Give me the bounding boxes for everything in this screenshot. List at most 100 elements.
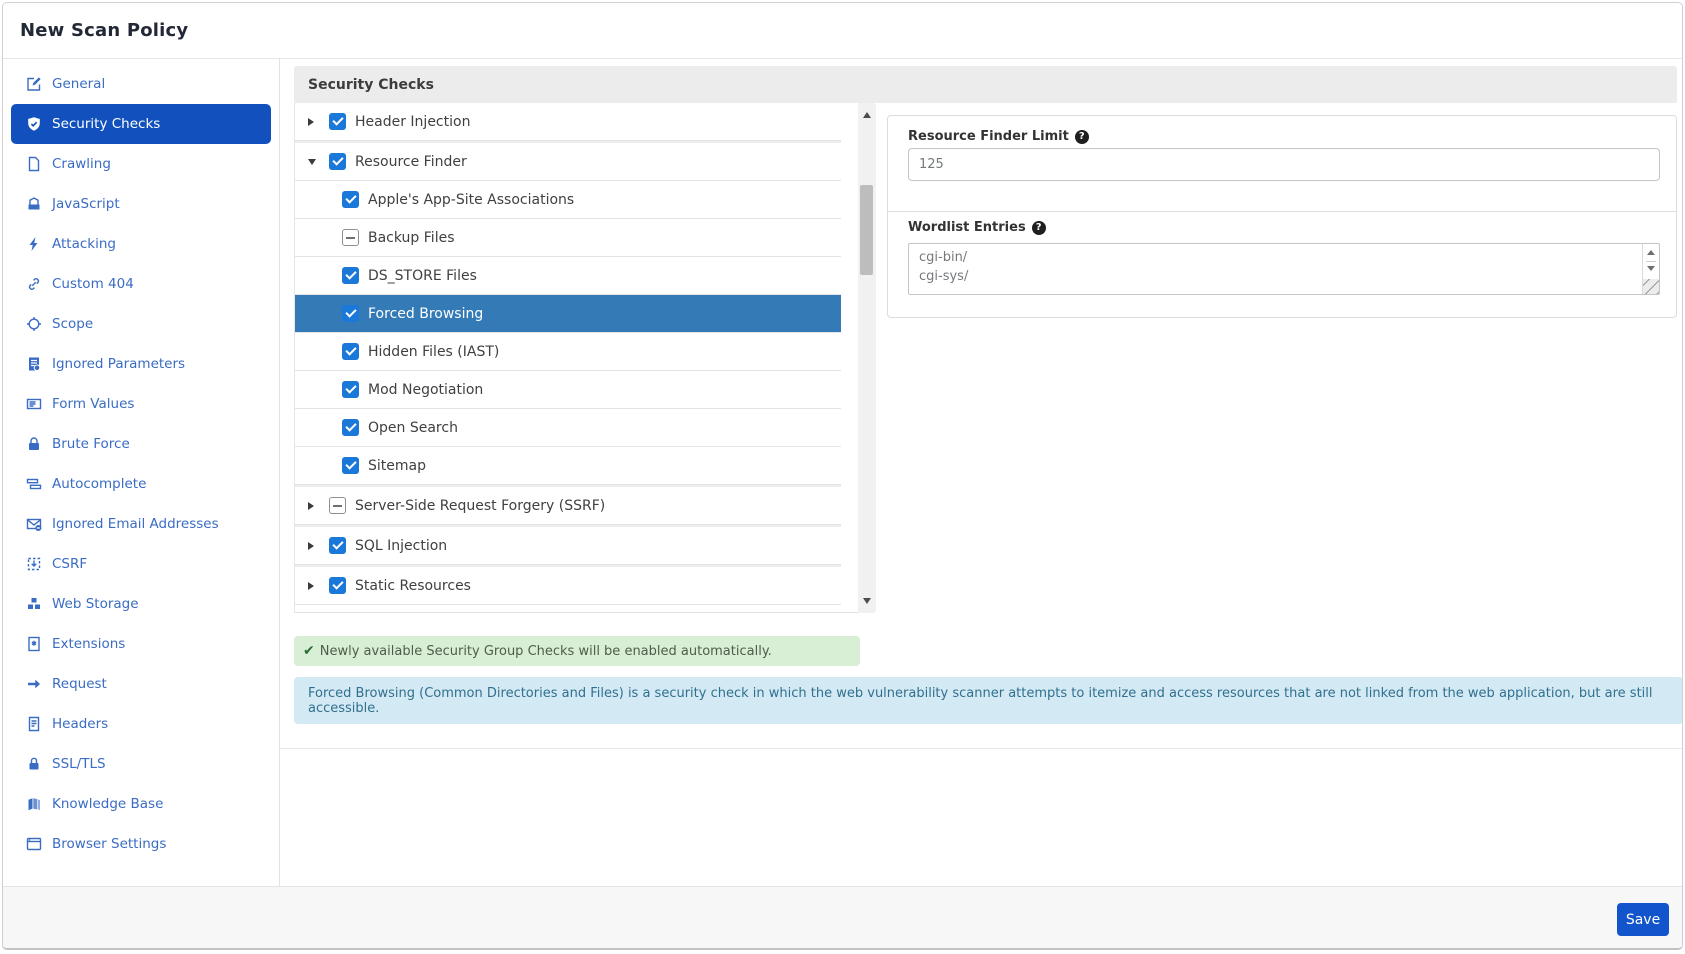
checkbox-checked[interactable] (329, 153, 346, 170)
sidebar-item-security-checks[interactable]: Security Checks (11, 104, 271, 144)
tree-row-header-injection[interactable]: Header Injection (295, 103, 841, 141)
sidebar-item-scope[interactable]: Scope (11, 304, 271, 344)
check-settings-panel: Resource Finder Limit ? Wordlist Entries… (887, 115, 1677, 318)
scroll-up-icon[interactable] (1647, 250, 1655, 255)
sidebar-item-label: Request (52, 676, 107, 692)
sidebar-item-label: Headers (52, 716, 108, 732)
tree-row-mod-negotiation[interactable]: Mod Negotiation (295, 371, 841, 409)
panel-divider (888, 211, 1676, 212)
books-icon (26, 796, 42, 812)
caret-right-icon[interactable] (308, 118, 318, 126)
checkbox-checked[interactable] (342, 305, 359, 322)
scroll-down-icon[interactable] (1647, 266, 1655, 271)
target-icon (26, 316, 42, 332)
info-alert: Forced Browsing (Common Directories and … (294, 677, 1683, 724)
tree-row-ds-store-files[interactable]: DS_STORE Files (295, 257, 841, 295)
sidebar-item-request[interactable]: Request (11, 664, 271, 704)
checkbox-indeterminate[interactable] (329, 497, 346, 514)
checkbox-checked[interactable] (342, 419, 359, 436)
sidebar-item-label: Crawling (52, 156, 111, 172)
sidebar-item-javascript[interactable]: JavaScript (11, 184, 271, 224)
section-header-label: Security Checks (308, 77, 434, 93)
checkbox-checked[interactable] (342, 191, 359, 208)
resize-grip-icon[interactable] (1643, 279, 1660, 294)
sidebar-item-brute-force[interactable]: Brute Force (11, 424, 271, 464)
tree-row-sql-injection[interactable]: SQL Injection (295, 525, 841, 565)
resource-finder-limit-input[interactable] (908, 148, 1660, 181)
sidebar-item-custom-404[interactable]: Custom 404 (11, 264, 271, 304)
sidebar-item-extensions[interactable]: Extensions (11, 624, 271, 664)
sidebar-item-ignored-email-addresses[interactable]: Ignored Email Addresses (11, 504, 271, 544)
sidebar-item-form-values[interactable]: Form Values (11, 384, 271, 424)
tree-scrollbar[interactable] (858, 103, 876, 613)
caret-right-icon[interactable] (308, 542, 318, 550)
tree-row-label: SQL Injection (355, 538, 447, 554)
sidebar-item-label: Extensions (52, 636, 125, 652)
sidebar-item-headers[interactable]: Headers (11, 704, 271, 744)
sidebar-item-knowledge-base[interactable]: Knowledge Base (11, 784, 271, 824)
save-button[interactable]: Save (1617, 903, 1669, 936)
sidebar-item-label: CSRF (52, 556, 87, 572)
sidebar-item-ignored-parameters[interactable]: Ignored Parameters (11, 344, 271, 384)
tree-row-label: Apple's App-Site Associations (368, 192, 574, 208)
security-checks-tree: Header Injection Resource Finder Apple's A… (294, 103, 858, 613)
doc-params-icon (26, 356, 42, 372)
tree-row-label: Backup Files (368, 230, 455, 246)
main-content: Security Checks Header Injection Resource… (280, 59, 1682, 889)
scroll-down-icon[interactable] (863, 598, 871, 604)
sidebar-item-label: Web Storage (52, 596, 139, 612)
sidebar-item-attacking[interactable]: Attacking (11, 224, 271, 264)
sidebar-item-browser-settings[interactable]: Browser Settings (11, 824, 271, 864)
tree-row-label: Static Resources (355, 578, 471, 594)
arrow-right-icon (26, 676, 42, 692)
sidebar-item-label: Ignored Email Addresses (52, 516, 219, 532)
sidebar-item-web-storage[interactable]: Web Storage (11, 584, 271, 624)
tree-row-label: Mod Negotiation (368, 382, 483, 398)
sidebar-item-csrf[interactable]: CSRF (11, 544, 271, 584)
tree-row-static-resources[interactable]: Static Resources (295, 565, 841, 605)
tree-row-label: Server-Side Request Forgery (SSRF) (355, 498, 605, 514)
help-icon[interactable]: ? (1032, 221, 1046, 235)
sidebar-item-crawling[interactable]: Crawling (11, 144, 271, 184)
tree-row-forced-browsing[interactable]: Forced Browsing (295, 295, 841, 333)
shield-check-icon (26, 116, 42, 132)
wordlist-entries-input[interactable]: cgi-bin/ cgi-sys/ (909, 244, 1639, 294)
sidebar-item-autocomplete[interactable]: Autocomplete (11, 464, 271, 504)
tree-row-open-search[interactable]: Open Search (295, 409, 841, 447)
caret-right-icon[interactable] (308, 582, 318, 590)
tree-row-label: Resource Finder (355, 154, 467, 170)
help-icon[interactable]: ? (1075, 130, 1089, 144)
sidebar-item-label: Attacking (52, 236, 116, 252)
tree-row-resource-finder[interactable]: Resource Finder (295, 141, 841, 181)
caret-right-icon[interactable] (308, 502, 318, 510)
success-alert: ✔ Newly available Security Group Checks … (294, 636, 860, 666)
scrollbar-thumb[interactable] (860, 185, 873, 275)
checkbox-checked[interactable] (329, 577, 346, 594)
checkbox-checked[interactable] (329, 113, 346, 130)
tree-row-server-side-request-forgery-ssrf-[interactable]: Server-Side Request Forgery (SSRF) (295, 485, 841, 525)
sidebar-item-label: General (52, 76, 105, 92)
tree-row-sitemap[interactable]: Sitemap (295, 447, 841, 485)
sidebar-item-ssl-tls[interactable]: SSL/TLS (11, 744, 271, 784)
info-alert-text: Forced Browsing (Common Directories and … (308, 686, 1683, 716)
scroll-up-icon[interactable] (863, 112, 871, 118)
wordlist-scrollbar[interactable] (1642, 244, 1659, 294)
tree-row-backup-files[interactable]: Backup Files (295, 219, 841, 257)
checkbox-checked[interactable] (342, 267, 359, 284)
checkbox-checked[interactable] (342, 457, 359, 474)
success-alert-text: Newly available Security Group Checks wi… (320, 644, 772, 659)
sidebar-item-general[interactable]: General (11, 64, 271, 104)
tree-row-apple-s-app-site-associations[interactable]: Apple's App-Site Associations (295, 181, 841, 219)
checkbox-checked[interactable] (342, 381, 359, 398)
footer-bar: Save (3, 886, 1682, 948)
tree-row-label: Header Injection (355, 114, 470, 130)
checkbox-checked[interactable] (329, 537, 346, 554)
resource-finder-limit-label: Resource Finder Limit ? (908, 129, 1089, 144)
tree-row-hidden-files-iast-[interactable]: Hidden Files (IAST) (295, 333, 841, 371)
checkbox-indeterminate[interactable] (342, 229, 359, 246)
doc-text-icon (26, 716, 42, 732)
sidebar-item-label: Scope (52, 316, 93, 332)
caret-down-icon[interactable] (308, 159, 318, 165)
checkbox-checked[interactable] (342, 343, 359, 360)
sidebar-item-label: Brute Force (52, 436, 130, 452)
